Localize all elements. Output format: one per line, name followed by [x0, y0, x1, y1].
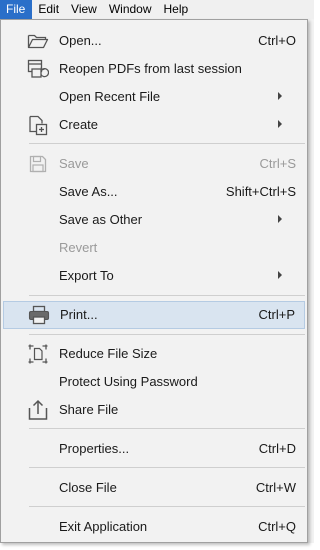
- save-as-shortcut: Shift+Ctrl+S: [225, 184, 296, 199]
- properties-shortcut: Ctrl+D: [258, 441, 296, 456]
- submenu-arrow-icon: [278, 215, 282, 223]
- background-document: [308, 19, 314, 550]
- menu-separator: [29, 467, 305, 468]
- create-label: Create: [59, 117, 99, 132]
- reduce-file-size-icon: [27, 344, 49, 364]
- menu-separator: [29, 506, 305, 507]
- background-strip: [0, 543, 314, 550]
- menu-item-print[interactable]: Print... Ctrl+P: [3, 301, 305, 329]
- menu-item-properties[interactable]: Properties... Ctrl+D: [3, 436, 305, 462]
- menu-item-open[interactable]: Open... Ctrl+O: [3, 28, 305, 54]
- open-recent-label: Open Recent File: [59, 89, 161, 104]
- menu-help[interactable]: Help: [158, 0, 195, 19]
- reopen-label: Reopen PDFs from last session: [59, 61, 242, 76]
- menu-item-close[interactable]: Close File Ctrl+W: [3, 475, 305, 501]
- revert-label: Revert: [59, 240, 98, 255]
- menu-item-save-as-other[interactable]: Save as Other: [3, 207, 305, 233]
- menu-separator: [29, 428, 305, 429]
- export-to-label: Export To: [59, 268, 114, 283]
- properties-label: Properties...: [59, 441, 130, 456]
- print-shortcut: Ctrl+P: [258, 307, 295, 322]
- save-disk-icon: [27, 154, 49, 174]
- menu-separator: [29, 143, 305, 144]
- menu-separator: [29, 295, 305, 296]
- menu-item-protect[interactable]: Protect Using Password: [3, 369, 305, 395]
- menu-item-reopen[interactable]: Reopen PDFs from last session: [3, 56, 305, 82]
- save-shortcut: Ctrl+S: [259, 156, 296, 171]
- protect-label: Protect Using Password: [59, 374, 198, 389]
- save-as-label: Save As...: [59, 184, 118, 199]
- submenu-arrow-icon: [278, 92, 282, 100]
- printer-icon: [28, 305, 50, 325]
- open-shortcut: Ctrl+O: [258, 33, 296, 48]
- menu-view[interactable]: View: [65, 0, 103, 19]
- submenu-arrow-icon: [278, 120, 282, 128]
- share-label: Share File: [59, 402, 119, 417]
- exit-shortcut: Ctrl+Q: [258, 519, 296, 534]
- menu-item-open-recent[interactable]: Open Recent File: [3, 84, 305, 110]
- create-document-icon: [27, 115, 49, 136]
- menu-item-save-as[interactable]: Save As... Shift+Ctrl+S: [3, 179, 305, 205]
- folder-open-icon: [27, 31, 49, 51]
- reopen-documents-icon: [27, 59, 49, 79]
- menu-separator: [29, 334, 305, 335]
- file-menu-dropdown: Open... Ctrl+O Reopen PDFs from last ses…: [0, 19, 308, 543]
- print-label: Print...: [60, 307, 98, 322]
- reduce-size-label: Reduce File Size: [59, 346, 158, 361]
- menu-bar: File Edit View Window Help: [0, 0, 314, 19]
- menu-window[interactable]: Window: [103, 0, 158, 19]
- save-label: Save: [59, 156, 89, 171]
- menu-item-create[interactable]: Create: [3, 112, 305, 138]
- menu-file[interactable]: File: [0, 0, 33, 19]
- share-upload-icon: [27, 399, 49, 420]
- menu-item-reduce-size[interactable]: Reduce File Size: [3, 341, 305, 367]
- close-label: Close File: [59, 480, 117, 495]
- save-as-other-label: Save as Other: [59, 212, 143, 227]
- close-shortcut: Ctrl+W: [255, 480, 296, 495]
- submenu-arrow-icon: [278, 271, 282, 279]
- menu-item-revert[interactable]: Revert: [3, 235, 305, 261]
- exit-label: Exit Application: [59, 519, 148, 534]
- menu-item-share[interactable]: Share File: [3, 397, 305, 423]
- menu-item-save[interactable]: Save Ctrl+S: [3, 151, 305, 177]
- menu-edit[interactable]: Edit: [32, 0, 65, 19]
- menu-item-export-to[interactable]: Export To: [3, 263, 305, 289]
- menu-item-exit[interactable]: Exit Application Ctrl+Q: [3, 514, 305, 540]
- open-label: Open...: [59, 33, 102, 48]
